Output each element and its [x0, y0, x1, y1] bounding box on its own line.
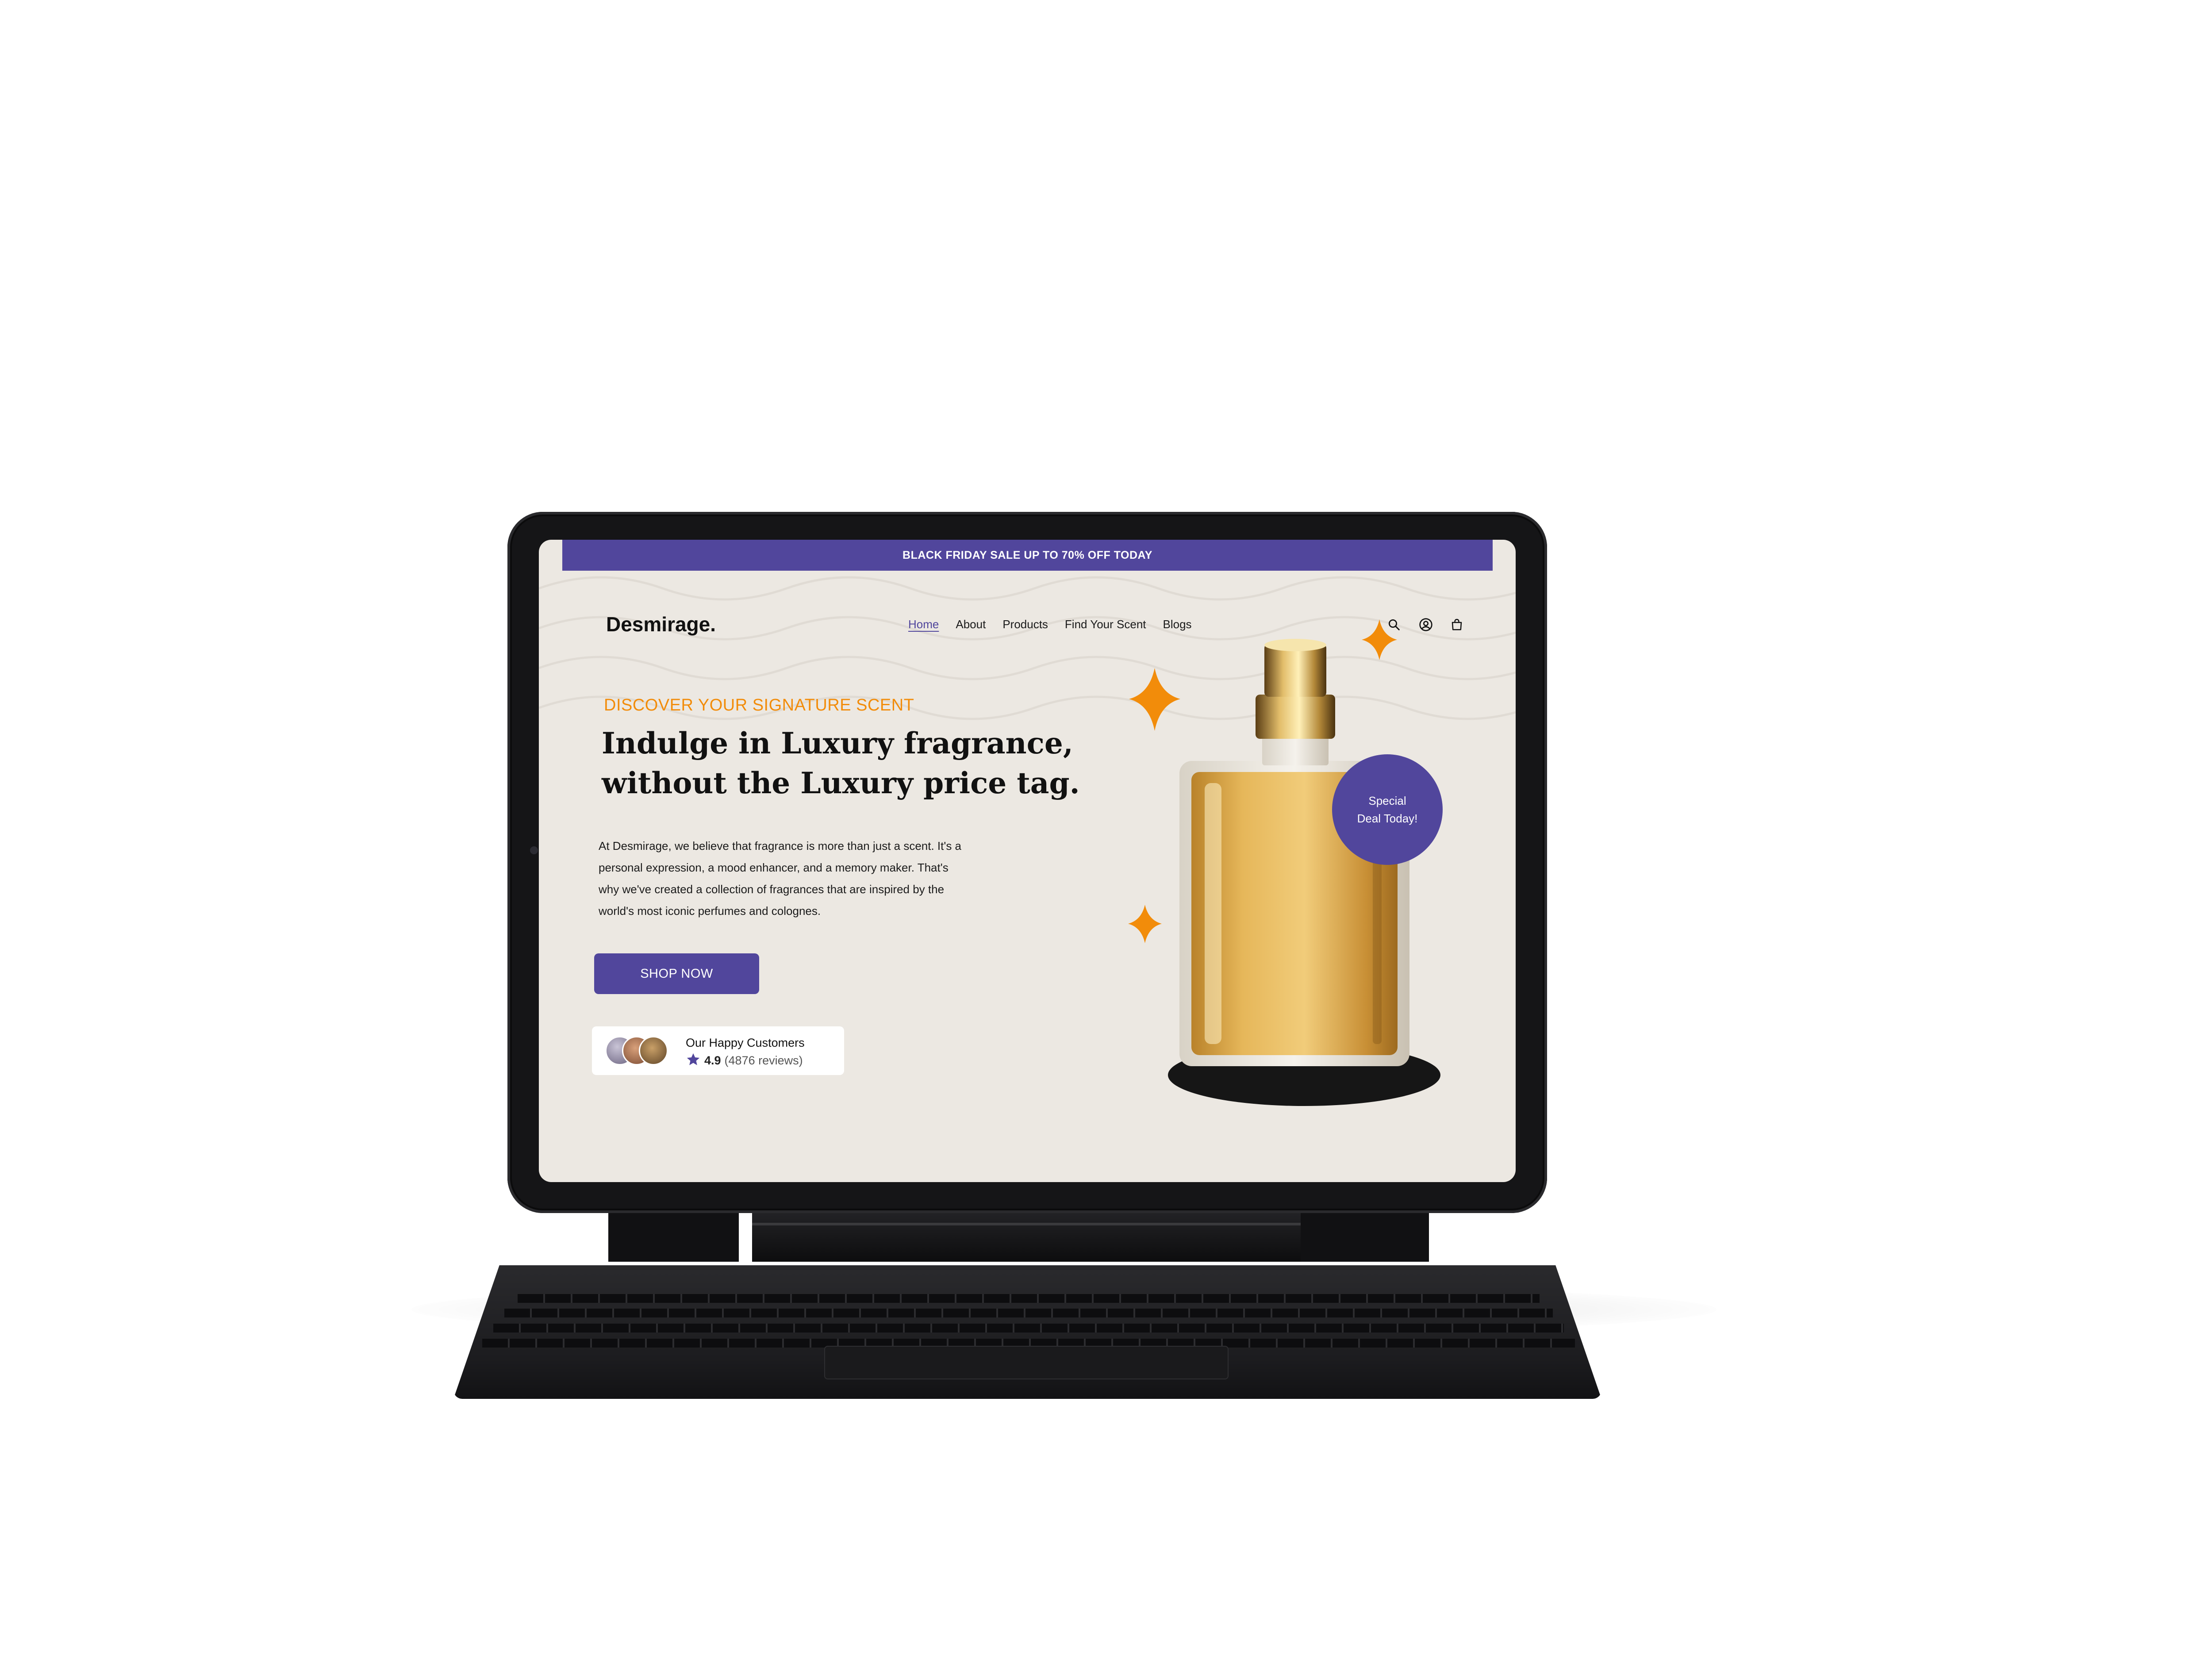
description-line: personal expression, a mood enhancer, an…	[599, 861, 949, 874]
perfume-bottle-illustration	[1128, 619, 1440, 1106]
rating-row: 4.9 (4876 reviews)	[686, 1052, 803, 1069]
description-line: At Desmirage, we believe that fragrance …	[599, 839, 962, 853]
description-line: why we've created a collection of fragra…	[599, 883, 945, 896]
nav-item-about[interactable]: About	[956, 618, 986, 631]
hero-headline-line-2: without the Luxury price tag.	[602, 766, 1080, 800]
keyboard-hinge-bar	[752, 1213, 1301, 1262]
star-icon	[686, 1052, 701, 1069]
promo-banner[interactable]: BLACK FRIDAY SALE UP TO 70% OFF TODAY	[562, 540, 1493, 571]
hero-description: At Desmirage, we believe that fragrance …	[599, 835, 1041, 922]
key-row	[518, 1294, 1540, 1303]
key-row	[504, 1309, 1553, 1317]
badge-line-2: Deal Today!	[1357, 812, 1418, 825]
key-row	[493, 1324, 1564, 1333]
special-deal-badge[interactable]: Special Deal Today!	[1332, 754, 1443, 865]
keyboard-hinge-left	[608, 1213, 739, 1262]
shop-now-button[interactable]: SHOP NOW	[594, 953, 759, 994]
customer-avatars	[605, 1036, 672, 1065]
hero-headline: Indulge in Luxury fragrance, without the…	[602, 723, 1080, 803]
description-line: world's most iconic perfumes and cologne…	[599, 904, 821, 918]
camera-dot	[530, 846, 538, 854]
hinge-highlight	[752, 1223, 1301, 1225]
nav-item-home[interactable]: Home	[908, 618, 939, 631]
website-screen: BLACK FRIDAY SALE UP TO 70% OFF TODAY De…	[539, 540, 1516, 1182]
rating-score: 4.9	[704, 1054, 721, 1067]
nav-item-products[interactable]: Products	[1002, 618, 1048, 631]
review-count: (4876 reviews)	[724, 1054, 803, 1067]
avatar	[639, 1036, 668, 1065]
keyboard-hinge-right	[1298, 1213, 1429, 1262]
badge-line-1: Special	[1368, 794, 1406, 807]
happy-customers-card[interactable]: Our Happy Customers 4.9 (4876 reviews)	[592, 1026, 844, 1075]
reviews-title: Our Happy Customers	[686, 1036, 805, 1049]
trackpad	[824, 1346, 1229, 1379]
hero-headline-line-1: Indulge in Luxury fragrance,	[602, 726, 1073, 760]
brand-logo[interactable]: Desmirage.	[606, 612, 716, 636]
hero-kicker: DISCOVER YOUR SIGNATURE SCENT	[604, 696, 914, 714]
